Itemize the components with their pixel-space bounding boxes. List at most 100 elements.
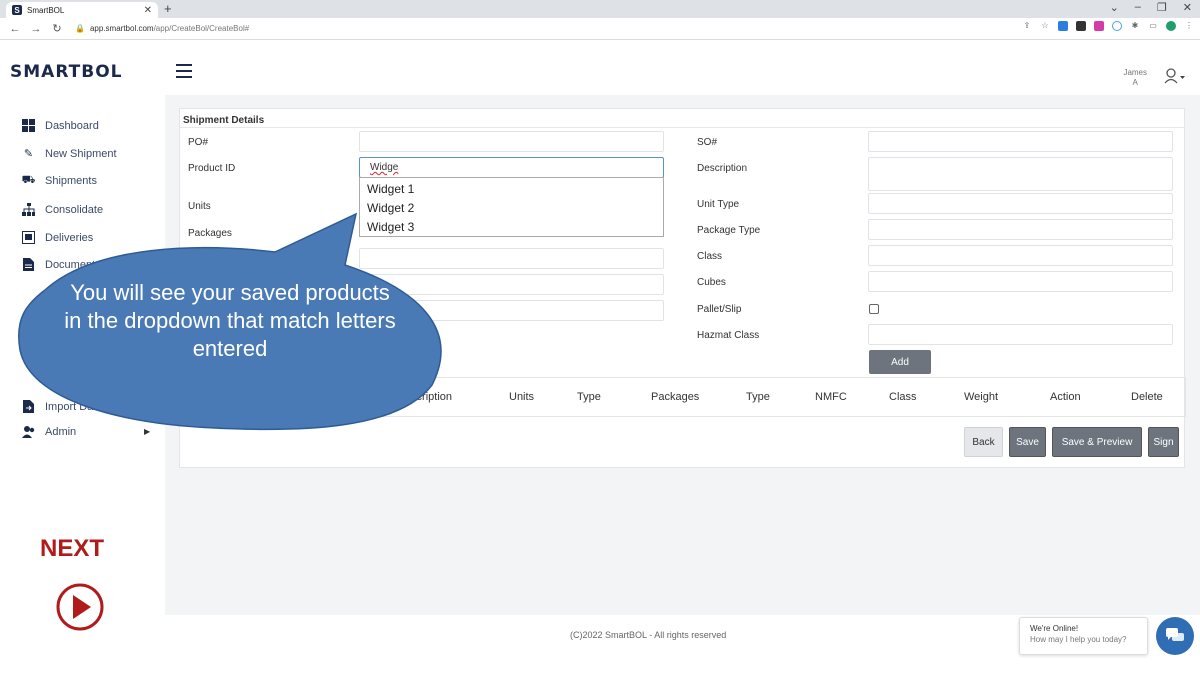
sidepanel-icon[interactable]: ▭ — [1148, 21, 1158, 31]
app-header: SMARTBOL James A — [0, 40, 1200, 95]
product-id-input[interactable]: Widge — [359, 157, 664, 178]
user-account-icon[interactable] — [1164, 68, 1186, 89]
chat-status: We're Online! — [1030, 624, 1079, 633]
extra-field-2[interactable] — [359, 274, 664, 295]
back-arrow-icon[interactable]: ← — [9, 23, 21, 35]
back-button[interactable]: Back — [964, 427, 1003, 457]
browser-tab-bar: S SmartBOL ✕ + ⌄ – ❐ ✕ — [0, 0, 1200, 18]
po-label: PO# — [188, 137, 209, 148]
so-input[interactable] — [868, 131, 1173, 152]
column-header: Weight — [964, 391, 999, 403]
smartbol-logo[interactable]: SMARTBOL — [10, 62, 122, 82]
sidebar-item-documents[interactable]: Documents — [22, 258, 101, 271]
sidebar-item-import-data[interactable]: Import Data — [22, 400, 102, 413]
chat-prompt[interactable]: We're Online! How may I help you today? — [1019, 617, 1148, 655]
extra-field-1[interactable] — [359, 248, 664, 269]
puzzle-icon[interactable]: ✱ — [1130, 21, 1140, 31]
sidebar-item-label: New Shipment — [45, 147, 117, 160]
url-field[interactable]: app.smartbol.com/app/CreateBol/CreateBol… — [90, 24, 249, 33]
save-preview-button[interactable]: Save & Preview — [1052, 427, 1142, 457]
chevron-down-icon[interactable]: ⌄ — [1110, 1, 1119, 14]
column-header: Units — [509, 391, 535, 403]
column-header: NMFC — [815, 391, 847, 403]
window-controls: ⌄ – ❐ ✕ — [1110, 1, 1192, 14]
product-id-label: Product ID — [188, 163, 236, 174]
user-name[interactable]: James A — [1123, 68, 1147, 88]
description-textarea[interactable] — [868, 157, 1173, 191]
sidebar-item-label: Consolidate — [45, 203, 104, 216]
sidebar-item-label: Import Data — [45, 400, 103, 413]
dropdown-option[interactable]: Widget 1 — [367, 182, 414, 196]
lock-icon[interactable]: 🔒 — [75, 24, 85, 33]
column-header: Class — [889, 391, 917, 403]
extension-circle-icon[interactable] — [1112, 21, 1122, 31]
play-next-button[interactable] — [48, 582, 112, 632]
column-header: Description — [397, 391, 453, 403]
hazmat-class-input[interactable] — [868, 324, 1173, 345]
description-label: Description — [697, 163, 748, 174]
hazmat-class-label: Hazmat Class — [697, 330, 760, 341]
next-label: NEXT — [40, 535, 105, 562]
reload-icon[interactable]: ↻ — [51, 22, 63, 35]
profile-avatar-icon[interactable] — [1166, 21, 1176, 31]
menu-dots-icon[interactable]: ⋮ — [1184, 21, 1194, 31]
extensions-area: ⇪ ☆ ✱ ▭ ⋮ — [1022, 21, 1194, 31]
package-type-input[interactable] — [868, 219, 1173, 240]
users-icon — [22, 425, 35, 438]
po-input[interactable] — [359, 131, 664, 152]
extension-box-icon[interactable] — [1076, 21, 1086, 31]
hamburger-menu-icon[interactable] — [176, 64, 192, 78]
chat-message: How may I help you today? — [1030, 635, 1127, 644]
sidebar-item-admin[interactable]: Admin — [22, 425, 76, 438]
sidebar-item-shipments[interactable]: ⛟ Shipments — [22, 174, 97, 187]
share-icon[interactable]: ⇪ — [1022, 21, 1032, 31]
extension-dollar-icon[interactable] — [1094, 21, 1104, 31]
sidebar-item-consolidate[interactable]: Consolidate — [22, 203, 103, 216]
smartbol-favicon-icon: S — [12, 5, 22, 15]
add-button[interactable]: Add — [869, 350, 931, 374]
extra-field-3[interactable] — [359, 300, 664, 321]
so-label: SO# — [697, 137, 718, 148]
pallet-slip-label: Pallet/Slip — [697, 304, 742, 315]
close-window-icon[interactable]: ✕ — [1183, 1, 1192, 14]
sidebar-item-label: Shipments — [45, 174, 97, 187]
bookmark-star-icon[interactable]: ☆ — [1040, 21, 1050, 31]
sidebar-item-label: Admin — [45, 425, 77, 438]
cubes-label: Cubes — [697, 277, 726, 288]
product-autocomplete-dropdown: Widget 1 Widget 2 Widget 3 — [359, 177, 664, 237]
pallet-slip-checkbox[interactable] — [869, 304, 879, 314]
minimize-icon[interactable]: – — [1135, 1, 1141, 14]
dashboard-icon — [22, 119, 35, 132]
class-input[interactable] — [868, 245, 1173, 266]
restore-icon[interactable]: ❐ — [1157, 1, 1167, 14]
sitemap-icon — [22, 203, 35, 216]
sidebar-item-new-shipment[interactable]: ✎ New Shipment — [22, 147, 117, 161]
column-header: Type — [577, 391, 601, 403]
dropdown-option[interactable]: Widget 3 — [367, 220, 414, 234]
edit-icon: ✎ — [23, 148, 34, 160]
address-bar: ← → ↻ 🔒 app.smartbol.com/app/CreateBol/C… — [0, 18, 1200, 40]
cubes-input[interactable] — [868, 271, 1173, 292]
forward-arrow-icon[interactable]: → — [30, 23, 42, 35]
close-tab-icon[interactable]: ✕ — [144, 5, 152, 16]
truck-icon: ⛟ — [21, 173, 36, 186]
chat-bubble-icon[interactable] — [1156, 617, 1194, 655]
column-header: Action — [1050, 391, 1081, 403]
unit-type-input[interactable] — [868, 193, 1173, 214]
sidebar-item-deliveries[interactable]: Deliveries — [22, 231, 93, 244]
import-icon — [22, 400, 35, 413]
tab-title: SmartBOL — [27, 5, 65, 15]
sidebar-item-dashboard[interactable]: Dashboard — [22, 119, 99, 132]
extension-pen-icon[interactable] — [1058, 21, 1068, 31]
column-header: Type — [746, 391, 770, 403]
document-icon — [22, 258, 35, 271]
units-label: Units — [188, 201, 211, 212]
section-title: Shipment Details — [183, 115, 265, 126]
browser-tab[interactable]: S SmartBOL ✕ — [6, 2, 158, 18]
sign-button[interactable]: Sign — [1148, 427, 1179, 457]
save-button[interactable]: Save — [1009, 427, 1046, 457]
sidebar-item-label: Dashboard — [45, 119, 99, 132]
dropdown-option[interactable]: Widget 2 — [367, 201, 414, 215]
new-tab-icon[interactable]: + — [164, 1, 172, 16]
caret-right-icon[interactable]: ▶ — [144, 427, 150, 436]
